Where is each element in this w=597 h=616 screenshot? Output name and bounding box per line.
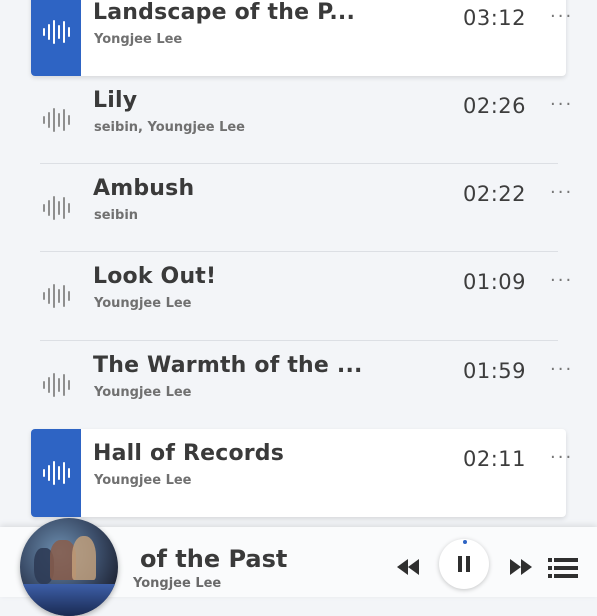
waveform-bar (47, 377, 50, 393)
track-duration: 02:26 (463, 94, 527, 118)
waveform-bar (52, 373, 55, 397)
waveform-icon (31, 341, 81, 429)
waveform-bar (52, 461, 55, 485)
track-duration: 03:12 (463, 6, 527, 30)
waveform-bar (57, 25, 60, 39)
track-row-ambush[interactable]: Ambush seibin 02:22 ··· (31, 164, 571, 252)
waveform-bar (42, 116, 45, 124)
next-icon (510, 559, 532, 575)
next-button[interactable] (509, 558, 533, 576)
track-row-landscape-of-the-past[interactable]: Landscape of the P... Yongjee Lee 03:12 … (31, 0, 571, 76)
waveform-bar (57, 466, 60, 480)
waveform-bar (62, 197, 65, 219)
waveform-bar (62, 462, 65, 484)
track-duration: 01:59 (463, 359, 527, 383)
waveform-bar (42, 381, 45, 389)
more-options-icon[interactable]: ··· (550, 447, 573, 468)
waveform-bar (52, 284, 55, 308)
waveform-bar (62, 109, 65, 131)
now-playing-title: of the Past (140, 545, 288, 573)
waveform-bar (67, 468, 70, 478)
track-row-look-out[interactable]: Look Out! Youngjee Lee 01:09 ··· (31, 252, 571, 340)
more-options-icon[interactable]: ··· (550, 6, 573, 27)
album-cover[interactable] (20, 518, 118, 616)
pause-icon (458, 556, 470, 572)
more-options-icon[interactable]: ··· (550, 359, 573, 380)
waveform-bar (42, 292, 45, 300)
track-row-lily[interactable]: Lily seibin, Youngjee Lee 02:26 ··· (31, 76, 571, 164)
waveform-bar (42, 28, 45, 36)
previous-icon (397, 559, 419, 575)
waveform-bar (57, 113, 60, 127)
pause-button[interactable] (439, 539, 489, 589)
track-title: Look Out! (93, 264, 217, 289)
track-row-hall-of-records[interactable]: Hall of Records Youngjee Lee 02:11 ··· (31, 429, 571, 517)
waveform-bar (52, 108, 55, 132)
waveform-bar (42, 469, 45, 477)
track-duration: 02:11 (463, 447, 527, 471)
track-artist: Yongjee Lee (94, 32, 183, 47)
track-title: Ambush (93, 176, 195, 201)
waveform-bar (67, 115, 70, 125)
waveform-bar (67, 380, 70, 390)
waveform-bar (42, 204, 45, 212)
track-duration: 01:09 (463, 270, 527, 294)
track-artist: Youngjee Lee (94, 473, 192, 488)
track-duration: 02:22 (463, 182, 527, 206)
track-title: Hall of Records (93, 441, 285, 466)
waveform-bar (57, 201, 60, 215)
more-options-icon[interactable]: ··· (550, 182, 573, 203)
track-artist: Youngjee Lee (94, 385, 192, 400)
waveform-bar (67, 27, 70, 37)
track-artist: seibin, Youngjee Lee (94, 120, 245, 135)
playlist-button[interactable] (548, 557, 578, 579)
waveform-icon (31, 76, 81, 164)
more-options-icon[interactable]: ··· (550, 94, 573, 115)
waveform-bar (62, 285, 65, 307)
waveform-bar (57, 378, 60, 392)
waveform-bar (47, 465, 50, 481)
waveform-bar (62, 21, 65, 43)
waveform-icon (31, 429, 81, 517)
previous-button[interactable] (396, 558, 420, 576)
waveform-bar (57, 289, 60, 303)
track-title: Lily (93, 88, 138, 113)
more-options-icon[interactable]: ··· (550, 270, 573, 291)
player-bar: of the Past Yongjee Lee (0, 518, 597, 616)
waveform-bar (47, 112, 50, 128)
now-playing-artist: Yongjee Lee (133, 576, 222, 591)
waveform-icon (31, 164, 81, 252)
waveform-bar (67, 291, 70, 301)
waveform-bar (52, 196, 55, 220)
waveform-icon (31, 252, 81, 340)
track-title: Landscape of the P... (93, 0, 356, 25)
waveform-bar (52, 20, 55, 44)
waveform-bar (47, 200, 50, 216)
waveform-icon (31, 0, 81, 76)
waveform-bar (47, 24, 50, 40)
track-title: The Warmth of the ... (93, 353, 363, 378)
playlist-icon (548, 558, 578, 578)
progress-indicator (463, 540, 467, 544)
track-row-the-warmth[interactable]: The Warmth of the ... Youngjee Lee 01:59… (31, 341, 571, 429)
waveform-bar (47, 288, 50, 304)
waveform-bar (67, 203, 70, 213)
track-artist: Youngjee Lee (94, 296, 192, 311)
track-artist: seibin (94, 208, 139, 223)
waveform-bar (62, 374, 65, 396)
